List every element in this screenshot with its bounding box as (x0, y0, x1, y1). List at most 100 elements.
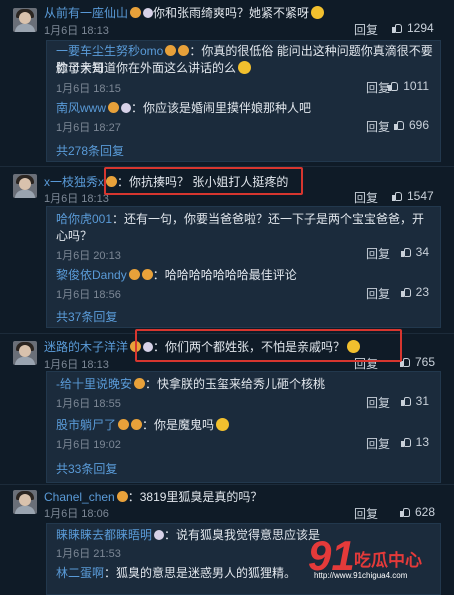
level-badge-icon (130, 7, 142, 18)
watermark-url: http://www.91chigua4.com (314, 571, 408, 580)
reply-date: 1月6日 18:15 (56, 83, 121, 95)
thumbs-up-icon (400, 436, 412, 448)
comment-username[interactable]: 从前有一座仙山 (44, 6, 128, 20)
level-badge-icon (128, 269, 140, 280)
comment-username[interactable]: x一枝独秀x (44, 175, 104, 189)
reply-item: 哈你虎001：还有一句，你要当爸爸啦？还一下子是两个宝宝爸爸，开心吗？ (56, 211, 434, 245)
reply-button[interactable]: 回复 (366, 394, 390, 411)
thumbs-up-icon (387, 80, 399, 92)
reply-button[interactable]: 回复 (366, 285, 390, 302)
reply-username[interactable]: 睐睐睐去都睐晤明 (56, 528, 152, 542)
reply-button[interactable]: 回复 (366, 245, 390, 262)
reply-text: ：说有狐臭我觉得意思应该是 (164, 528, 321, 542)
like-count: 23 (415, 285, 429, 299)
reply-item: 南风www ：你应该是婚闹里摸伴娘那种人吧 (56, 100, 311, 117)
reply-username[interactable]: 南风www (56, 101, 106, 115)
reply-text: ：你是魔鬼吗 (142, 418, 215, 432)
reply-text: ：还有一句，你要当爸爸啦？还一下子是两个宝宝爸爸，开心吗？ (56, 212, 425, 243)
comment-feed: 从前有一座仙山 你和张雨绮爽吗？她紧不紧呀 1月6日 18:13 回复 1294 … (0, 0, 454, 595)
level-badge-icon (141, 269, 153, 280)
comment-date: 1月6日 18:13 (44, 359, 109, 371)
reply-button[interactable]: 回复 (354, 505, 378, 522)
avatar[interactable] (13, 490, 37, 514)
avatar[interactable] (13, 174, 37, 198)
like-count: 31 (415, 394, 429, 408)
reply-text: ：你应该是婚闹里摸伴娘那种人吧 (131, 101, 312, 115)
level-badge-icon (178, 45, 190, 56)
vip-badge-icon (143, 8, 154, 18)
thumbs-up-icon (400, 395, 412, 407)
reply-date: 1月6日 18:27 (56, 122, 121, 134)
divider (0, 484, 454, 485)
level-badge-icon (116, 491, 128, 502)
avatar[interactable] (13, 8, 37, 32)
reply-button[interactable]: 回复 (354, 21, 378, 38)
like-count: 1294 (407, 21, 434, 35)
thumbs-up-icon (399, 506, 411, 518)
comment-text: ：3819里狐臭是真的吗？ (127, 490, 263, 504)
reply-date: 1月6日 20:13 (56, 250, 121, 262)
reply-text-continued: 你母亲知道你在外面这么讲话的么 (56, 61, 237, 75)
highlight-box (135, 329, 402, 362)
level-badge-icon (118, 419, 130, 430)
reply-item: 睐睐睐去都睐晤明 ：说有狐臭我觉得意思应该是 (56, 527, 320, 544)
like-count: 765 (415, 355, 436, 369)
reply-username[interactable]: -给十里说晚安 (56, 377, 132, 391)
comment-text: 你和张雨绮爽吗？她紧不紧呀 (153, 6, 310, 20)
reply-username[interactable]: 一要车尘生努秒omo (56, 44, 163, 58)
vip-badge-icon (121, 103, 131, 113)
avatar[interactable] (13, 341, 37, 365)
reply-button[interactable]: 回复 (366, 435, 390, 452)
thumbs-up-icon (391, 22, 403, 34)
reply-button[interactable]: 回复 (366, 118, 390, 135)
reply-username[interactable]: 哈你虎001 (56, 212, 112, 226)
emoji-icon (216, 418, 230, 431)
like-button[interactable]: 1547 (391, 189, 434, 203)
reply-username[interactable]: 林二蛋啊 (56, 566, 104, 580)
like-button[interactable]: 34 (400, 245, 429, 259)
reply-username[interactable]: 股市躺尸了 (56, 418, 116, 432)
like-count: 34 (415, 245, 429, 259)
highlight-box (104, 167, 303, 195)
reply-date: 1月6日 21:53 (56, 548, 121, 560)
reply-username[interactable]: 黎俊依Dandy (56, 268, 127, 282)
like-button[interactable]: 765 (399, 355, 435, 369)
reply-thread: 哈你虎001：还有一句，你要当爸爸啦？还一下子是两个宝宝爸爸，开心吗？ 1月6日… (46, 206, 441, 328)
watermark-brand: 吃瓜中心 (354, 551, 422, 570)
thumbs-up-icon (400, 246, 412, 258)
vip-badge-icon (154, 530, 165, 540)
emoji-icon (238, 61, 252, 74)
level-badge-icon (134, 378, 145, 389)
reply-item: 林二蛋啊：狐臭的意思是迷惑男人的狐狸精。 (56, 565, 296, 582)
like-count: 628 (415, 505, 436, 519)
reply-button[interactable]: 回复 (354, 189, 378, 206)
like-count: 13 (415, 435, 429, 449)
like-button[interactable]: 1011 (387, 79, 429, 93)
reply-thread: -给十里说晚安 ：快拿朕的玉玺来给秀儿砸个核桃 1月6日 18:55 回复 31 … (46, 371, 441, 483)
smile-emoji-icon (311, 6, 325, 19)
comment-date: 1月6日 18:06 (44, 508, 109, 520)
more-replies-link[interactable]: 共278条回复 (56, 142, 124, 159)
like-button[interactable]: 31 (400, 394, 429, 408)
reply-thread: 一要车尘生努秒omo ：你真的很低俗 能问出这种问题你真滴很不要脸了大哥 你母亲知… (46, 40, 441, 162)
comment-date: 1月6日 18:13 (44, 25, 109, 37)
reply-text: ：哈哈哈哈哈哈哈最佳评论 (152, 268, 297, 282)
like-button[interactable]: 13 (400, 435, 429, 449)
like-button[interactable]: 696 (393, 118, 429, 132)
like-button[interactable]: 23 (400, 285, 429, 299)
more-replies-link[interactable]: 共33条回复 (56, 460, 117, 477)
thumbs-up-icon (400, 286, 412, 298)
thumbs-up-icon (393, 119, 405, 131)
comment-username[interactable]: Chanel_chen (44, 490, 115, 504)
reply-date: 1月6日 19:02 (56, 439, 121, 451)
thumbs-up-icon (391, 190, 403, 202)
reply-item: -给十里说晚安 ：快拿朕的玉玺来给秀儿砸个核桃 (56, 376, 325, 393)
more-replies-link[interactable]: 共37条回复 (56, 308, 117, 325)
like-button[interactable]: 628 (399, 505, 435, 519)
comment-username[interactable]: 迷路的木子洋洋 (44, 340, 128, 354)
comment-date: 1月6日 18:13 (44, 193, 109, 205)
level-badge-icon (165, 45, 177, 56)
like-button[interactable]: 1294 (391, 21, 434, 35)
level-badge-icon (108, 102, 119, 113)
like-count: 1547 (407, 189, 434, 203)
